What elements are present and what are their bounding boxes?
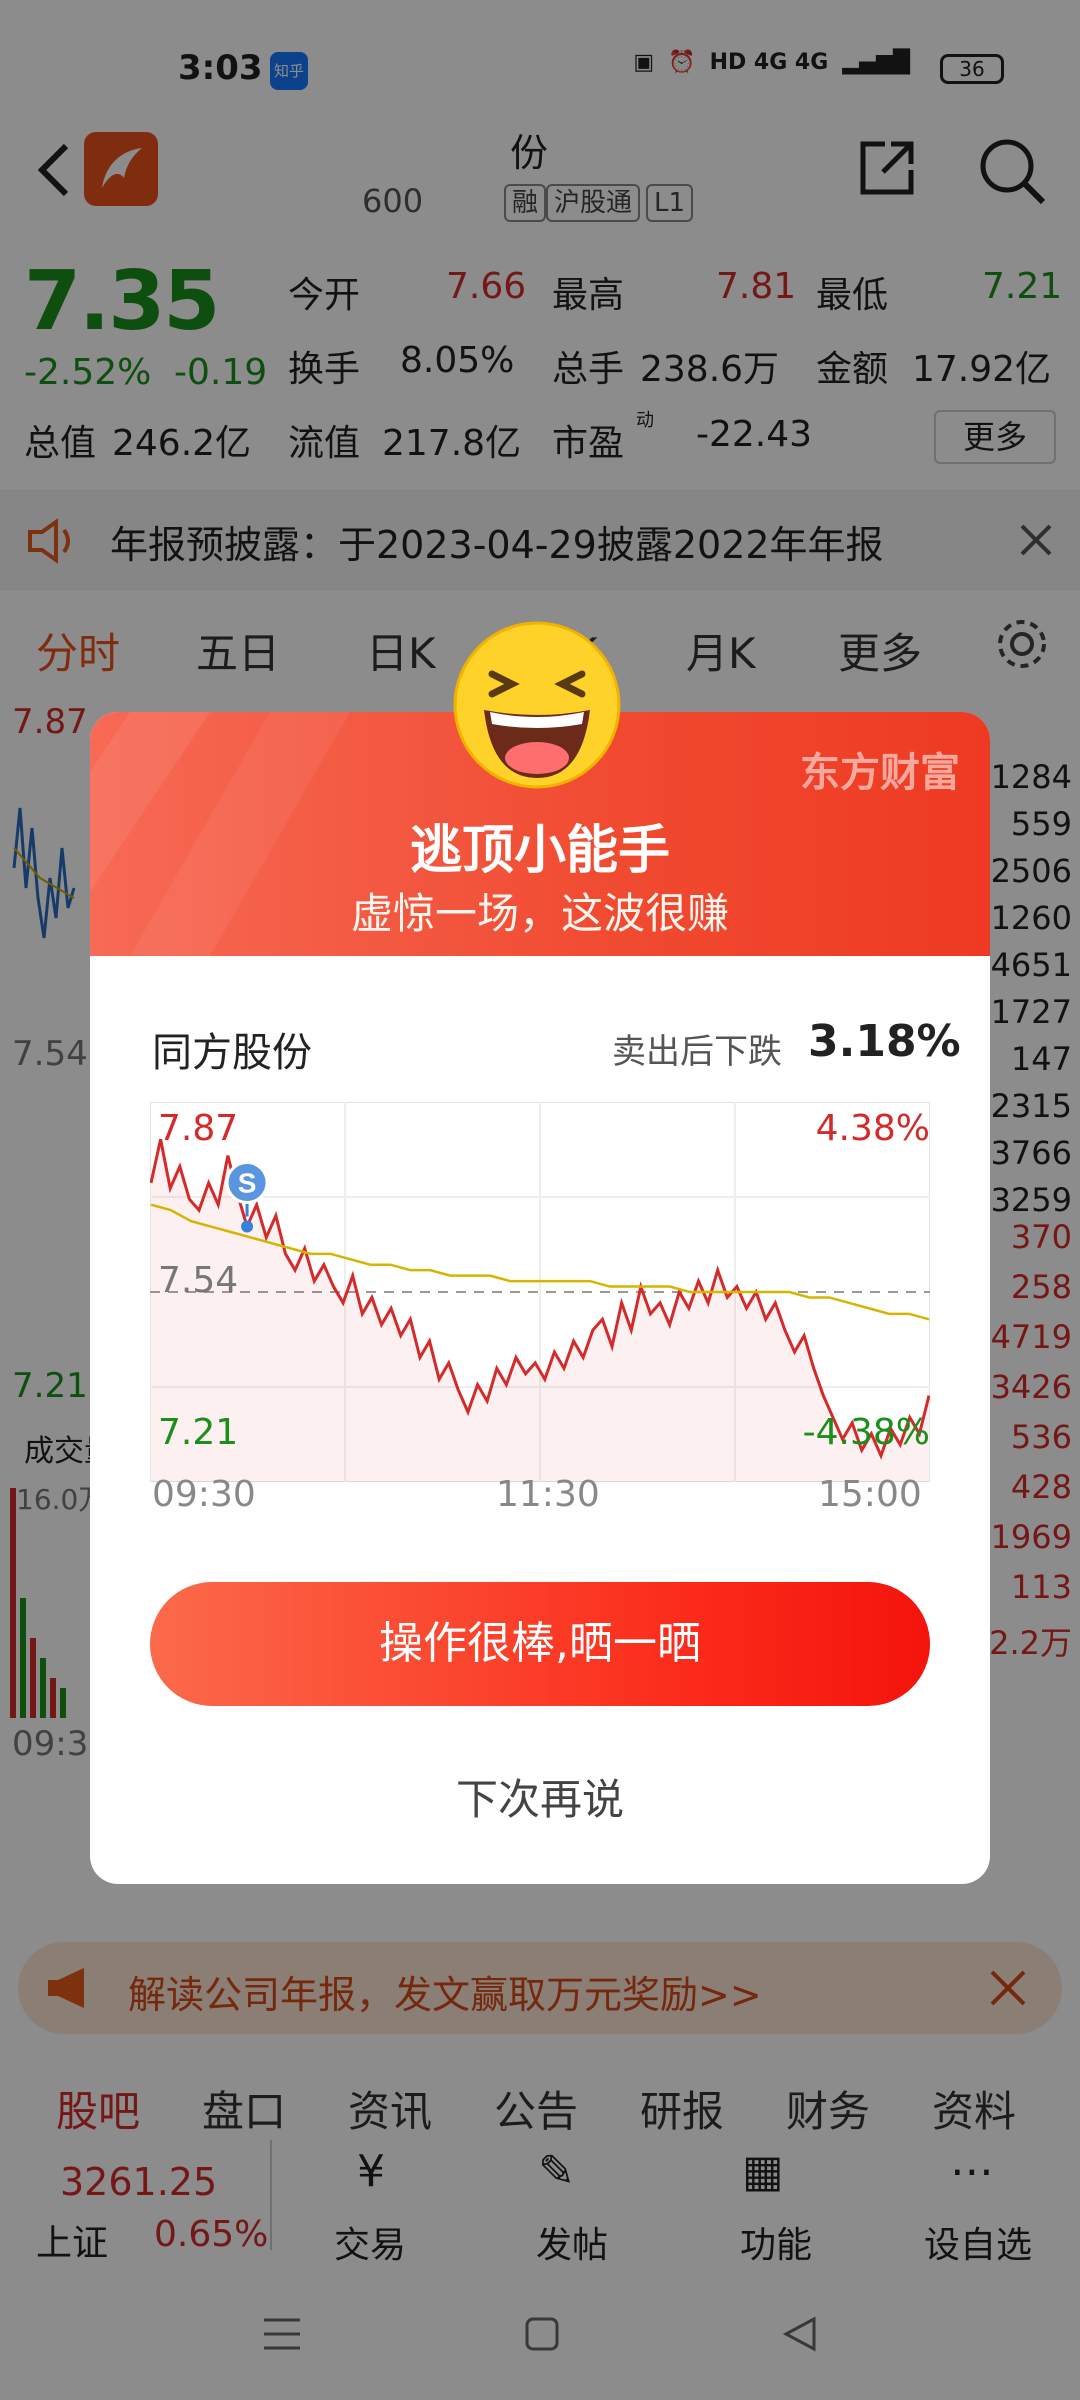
sell-marker-label: S xyxy=(238,1168,257,1199)
y-left-mid: 7.54 xyxy=(158,1260,239,1301)
share-button[interactable]: 操作很棒,晒一晒 xyxy=(150,1582,930,1706)
brand-watermark: 东方财富 xyxy=(800,750,960,796)
dialog-title: 逃顶小能手 xyxy=(409,821,670,881)
achievement-dialog: 东方财富 逃顶小能手 虚惊一场，这波很赚 同方股份 卖出后下跌 3.18% S … xyxy=(90,621,990,1884)
y-left-bottom: 7.21 xyxy=(158,1412,239,1453)
y-right-top: 4.38% xyxy=(815,1108,930,1149)
y-left-top: 7.87 xyxy=(158,1108,239,1149)
x-label-mid: 11:30 xyxy=(496,1474,600,1515)
x-label-start: 09:30 xyxy=(152,1474,256,1515)
x-label-end: 15:00 xyxy=(818,1474,922,1515)
drop-label: 卖出后下跌 xyxy=(612,1032,782,1072)
laughing-emoji-icon xyxy=(453,621,621,789)
sell-marker-dot xyxy=(241,1220,254,1233)
drop-value: 3.18% xyxy=(808,1016,961,1067)
dialog-stock-name: 同方股份 xyxy=(152,1030,312,1076)
dialog-subtitle: 虚惊一场，这波很赚 xyxy=(350,889,729,938)
y-right-bottom: -4.38% xyxy=(802,1412,930,1453)
later-button[interactable]: 下次再说 xyxy=(90,1766,990,1827)
